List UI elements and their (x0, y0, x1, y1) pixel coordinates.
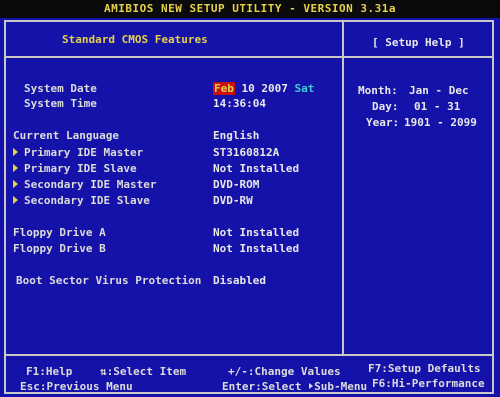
ide-label: Secondary IDE Master (24, 178, 157, 191)
footer-enter-submenu: Enter:Select Sub-Menu (222, 380, 367, 394)
ide-label: Primary IDE Slave (24, 162, 137, 175)
footer-esc-previous: Esc:Previous Menu (20, 380, 133, 393)
floppy-b-value[interactable]: Not Installed (213, 242, 299, 256)
ide-value: DVD-ROM (213, 178, 260, 191)
ide-value: ST3160812A (213, 146, 280, 159)
footer-f6-performance: F6:Hi-Performance (372, 377, 485, 390)
submenu-arrow-icon (13, 164, 18, 172)
system-time-value[interactable]: 14:36:04 (213, 97, 266, 111)
ide-item-primary-master[interactable]: Primary IDE Master (13, 146, 143, 160)
system-date-field[interactable]: Feb 10 2007 Sat (213, 82, 314, 96)
system-time-label: System Time (24, 97, 97, 110)
help-month-key: Month: (358, 84, 398, 97)
help-day-key: Day: (372, 100, 399, 113)
system-date-weekday: Sat (294, 82, 315, 95)
ide-label: Secondary IDE Slave (24, 194, 150, 207)
floppy-a-label: Floppy Drive A (13, 226, 106, 239)
ide-item-secondary-slave[interactable]: Secondary IDE Slave (13, 194, 150, 208)
ide-item-secondary-master[interactable]: Secondary IDE Master (13, 178, 156, 192)
submenu-arrow-icon (13, 148, 18, 156)
floppy-b-label: Floppy Drive B (13, 242, 106, 255)
title-bar: AMIBIOS NEW SETUP UTILITY - VERSION 3.31… (0, 0, 500, 18)
ide-label: Primary IDE Master (24, 146, 144, 159)
submenu-arrow-icon (309, 383, 314, 389)
header-divider (4, 56, 494, 58)
footer-enter-label: Enter:Select (222, 380, 309, 393)
footer-f1-help: F1:Help (26, 365, 73, 378)
footer-submenu-label: Sub-Menu (314, 380, 368, 393)
floppy-a-value[interactable]: Not Installed (213, 226, 299, 240)
submenu-arrow-icon (13, 196, 18, 204)
help-day-value: 01 - 31 (414, 100, 461, 113)
ide-value: DVD-RW (213, 194, 253, 207)
system-date-month[interactable]: Feb (213, 82, 235, 95)
bios-title: AMIBIOS NEW SETUP UTILITY - VERSION 3.31… (103, 2, 397, 15)
ide-value: Not Installed (213, 162, 300, 175)
footer-f7-defaults: F7:Setup Defaults (368, 362, 481, 375)
boot-virus-value[interactable]: Disabled (213, 274, 266, 288)
footer-change-values: +/-:Change Values (228, 365, 341, 378)
footer-divider (4, 354, 494, 356)
help-month-value: Jan - Dec (409, 84, 469, 97)
ide-item-primary-slave[interactable]: Primary IDE Slave (13, 162, 137, 176)
help-title: [ Setup Help ] (372, 36, 465, 49)
current-language-label: Current Language (13, 129, 119, 142)
footer-select-item: ⇅:Select Item (100, 365, 187, 378)
panel-divider (342, 20, 344, 356)
panel-title: Standard CMOS Features (62, 33, 208, 46)
current-language-value[interactable]: English (213, 129, 259, 143)
help-year-value: 1901 - 2099 (404, 116, 477, 129)
boot-virus-label: Boot Sector Virus Protection (16, 274, 202, 287)
system-date-day-year[interactable]: 10 2007 (235, 82, 287, 95)
submenu-arrow-icon (13, 180, 18, 188)
help-year-key: Year: (366, 116, 400, 129)
system-date-label: System Date (24, 82, 97, 95)
